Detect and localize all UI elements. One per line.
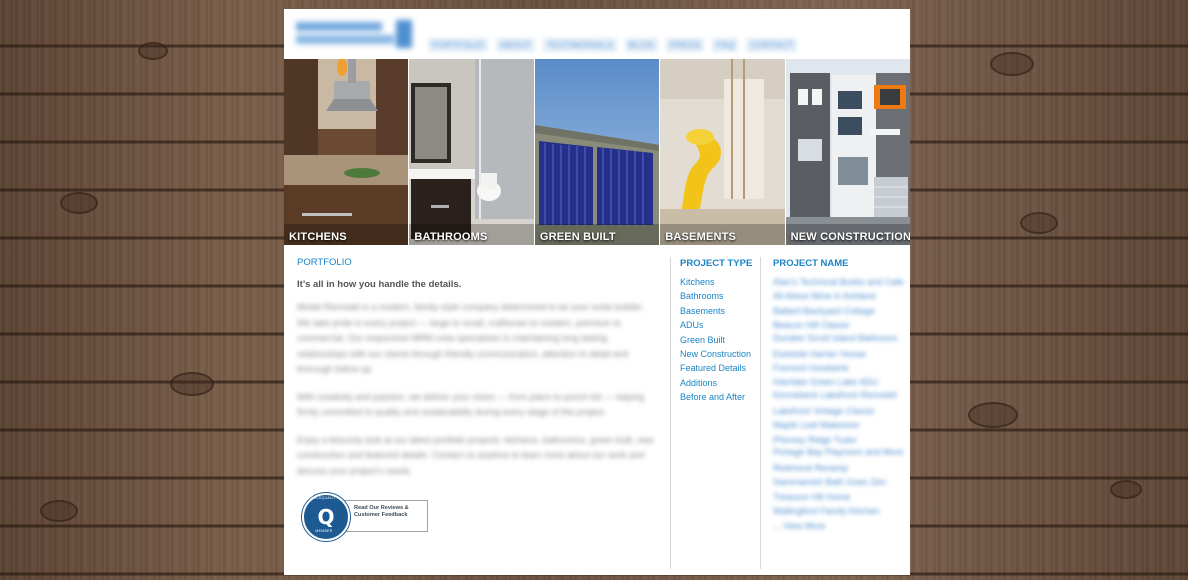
project-type-link-green-built[interactable]: Green Built xyxy=(680,333,752,347)
project-name-link[interactable]: Maple Leaf Makeover xyxy=(773,418,905,432)
project-name-link[interactable]: Wallingford Family Kitchen xyxy=(773,504,905,518)
project-name-list: Alan's Technical Books and Cafe All Abou… xyxy=(773,275,905,533)
portfolio-main: PORTFOLIO It’s all in how you handle the… xyxy=(297,257,657,491)
project-name-link[interactable]: Beacon Hill Classic xyxy=(773,318,905,332)
project-type-link-featured-details[interactable]: Featured Details xyxy=(680,361,752,375)
intro-paragraph: Enjoy a leisurely look at our latest por… xyxy=(297,434,654,476)
main-nav: PORTFOLIO ABOUT TESTIMONIALS BLOG PRESS … xyxy=(428,38,798,52)
badge-letter: Q xyxy=(317,505,335,529)
tile-label-green-built: GREEN BUILT xyxy=(539,231,616,243)
project-type-link-additions[interactable]: Additions xyxy=(680,376,752,390)
project-name-title: PROJECT NAME xyxy=(773,258,849,269)
nav-item-faq[interactable]: FAQ xyxy=(712,38,739,52)
banner-tile-basements[interactable]: BASEMENTS xyxy=(660,59,785,245)
project-name-link[interactable]: Dundee Scroll Island Bathroom xyxy=(773,333,905,343)
project-name-link[interactable]: Interlake Green Lake ADU xyxy=(773,375,905,389)
tagline: It’s all in how you handle the details. xyxy=(297,279,462,290)
guildquality-logo-icon: Q xyxy=(302,493,350,541)
banner-tile-green-built[interactable]: GREEN BUILT xyxy=(534,59,660,245)
project-type-link-adus[interactable]: ADUs xyxy=(680,318,752,332)
tile-label-basements: BASEMENTS xyxy=(665,231,737,243)
banner-tile-new-construction[interactable]: NEW CONSTRUCTION xyxy=(785,59,910,245)
project-name-view-more-link[interactable]: ... View More xyxy=(773,519,905,533)
project-name-link[interactable]: All About Wine in Ashland xyxy=(773,289,905,303)
wood-knot xyxy=(170,372,214,396)
project-type-column: PROJECT TYPE Kitchens Bathrooms Basement… xyxy=(680,258,752,405)
site-header: PORTFOLIO ABOUT TESTIMONIALS BLOG PRESS … xyxy=(284,9,910,59)
new-construction-photo xyxy=(785,59,910,245)
project-name-link[interactable]: Eastside Harrier House xyxy=(773,347,905,361)
basement-slide-photo xyxy=(660,59,785,245)
intro-paragraph: With creativity and passion, we deliver … xyxy=(297,391,645,418)
tile-label-new-construction: NEW CONSTRUCTION xyxy=(790,231,910,243)
intro-paragraph: Model Remodel is a modern, family-style … xyxy=(297,302,644,374)
project-name-link[interactable]: Phinney Ridge Tudor xyxy=(773,433,905,447)
page-title: PORTFOLIO xyxy=(297,257,352,268)
nav-item-testimonials[interactable]: TESTIMONIALS xyxy=(542,38,617,52)
wood-knot xyxy=(990,52,1034,76)
site-logo[interactable] xyxy=(292,18,412,52)
project-name-link[interactable]: Fremont Hoodwink xyxy=(773,361,905,375)
tile-label-kitchens: KITCHENS xyxy=(289,231,347,243)
nav-item-press[interactable]: PRESS xyxy=(665,38,705,52)
project-name-link[interactable]: Lakefront Vintage Classic xyxy=(773,404,905,418)
guildquality-reviews-badge[interactable]: Q GUILDQUALITY MEMBER Read Our Reviews &… xyxy=(302,493,428,541)
wood-knot xyxy=(138,42,168,60)
project-name-column: PROJECT NAME Alan's Technical Books and … xyxy=(773,258,905,533)
column-divider xyxy=(670,257,671,569)
nav-item-blog[interactable]: BLOG xyxy=(624,38,658,52)
wood-knot xyxy=(60,192,98,214)
wood-knot xyxy=(1020,212,1058,234)
category-banner: KITCHENS BATHROOMS GREEN BUILT BASEMENTS… xyxy=(284,59,910,245)
wood-knot xyxy=(968,402,1018,428)
wood-knot xyxy=(1110,480,1142,499)
banner-tile-bathrooms[interactable]: BATHROOMS xyxy=(409,59,534,245)
project-name-link[interactable]: Sammamish Bath Goes Zen xyxy=(773,475,905,489)
project-type-link-before-and-after[interactable]: Before and After xyxy=(680,390,752,404)
banner-tile-kitchens[interactable]: KITCHENS xyxy=(284,59,409,245)
solar-panel-photo xyxy=(534,59,660,245)
project-type-link-basements[interactable]: Basements xyxy=(680,304,752,318)
project-name-link[interactable]: Ballard Backyard Cottage xyxy=(773,304,905,318)
nav-item-about[interactable]: ABOUT xyxy=(495,38,535,52)
kitchen-photo xyxy=(284,59,409,245)
project-type-link-kitchens[interactable]: Kitchens xyxy=(680,275,752,289)
badge-text-line2: Customer Feedback xyxy=(354,512,408,518)
badge-ring-bottom: MEMBER xyxy=(315,529,333,533)
badge-ring-top: GUILDQUALITY xyxy=(309,496,339,500)
nav-item-portfolio[interactable]: PORTFOLIO xyxy=(428,38,488,52)
tile-label-bathrooms: BATHROOMS xyxy=(414,231,488,243)
page-container: PORTFOLIO ABOUT TESTIMONIALS BLOG PRESS … xyxy=(284,9,910,575)
project-name-link[interactable]: Redmond Revamp xyxy=(773,461,905,475)
project-name-link[interactable]: Kennebeck Lakefront Remodel xyxy=(773,390,905,400)
bathroom-photo xyxy=(409,59,534,245)
project-name-link[interactable]: Alan's Technical Books and Cafe xyxy=(773,275,905,289)
nav-item-contact[interactable]: CONTACT xyxy=(746,38,798,52)
project-name-link[interactable]: Treasure Hill Home xyxy=(773,490,905,504)
project-name-link[interactable]: Portage Bay Playroom and More xyxy=(773,447,905,457)
project-type-link-new-construction[interactable]: New Construction xyxy=(680,347,752,361)
wood-knot xyxy=(40,500,78,522)
project-type-link-bathrooms[interactable]: Bathrooms xyxy=(680,289,752,303)
project-type-list: Kitchens Bathrooms Basements ADUs Green … xyxy=(680,275,752,405)
badge-text-line1: Read Our Reviews & xyxy=(354,505,409,511)
badge-text: Read Our Reviews & Customer Feedback xyxy=(354,505,426,519)
column-divider xyxy=(760,257,761,569)
project-type-title: PROJECT TYPE xyxy=(680,258,753,269)
